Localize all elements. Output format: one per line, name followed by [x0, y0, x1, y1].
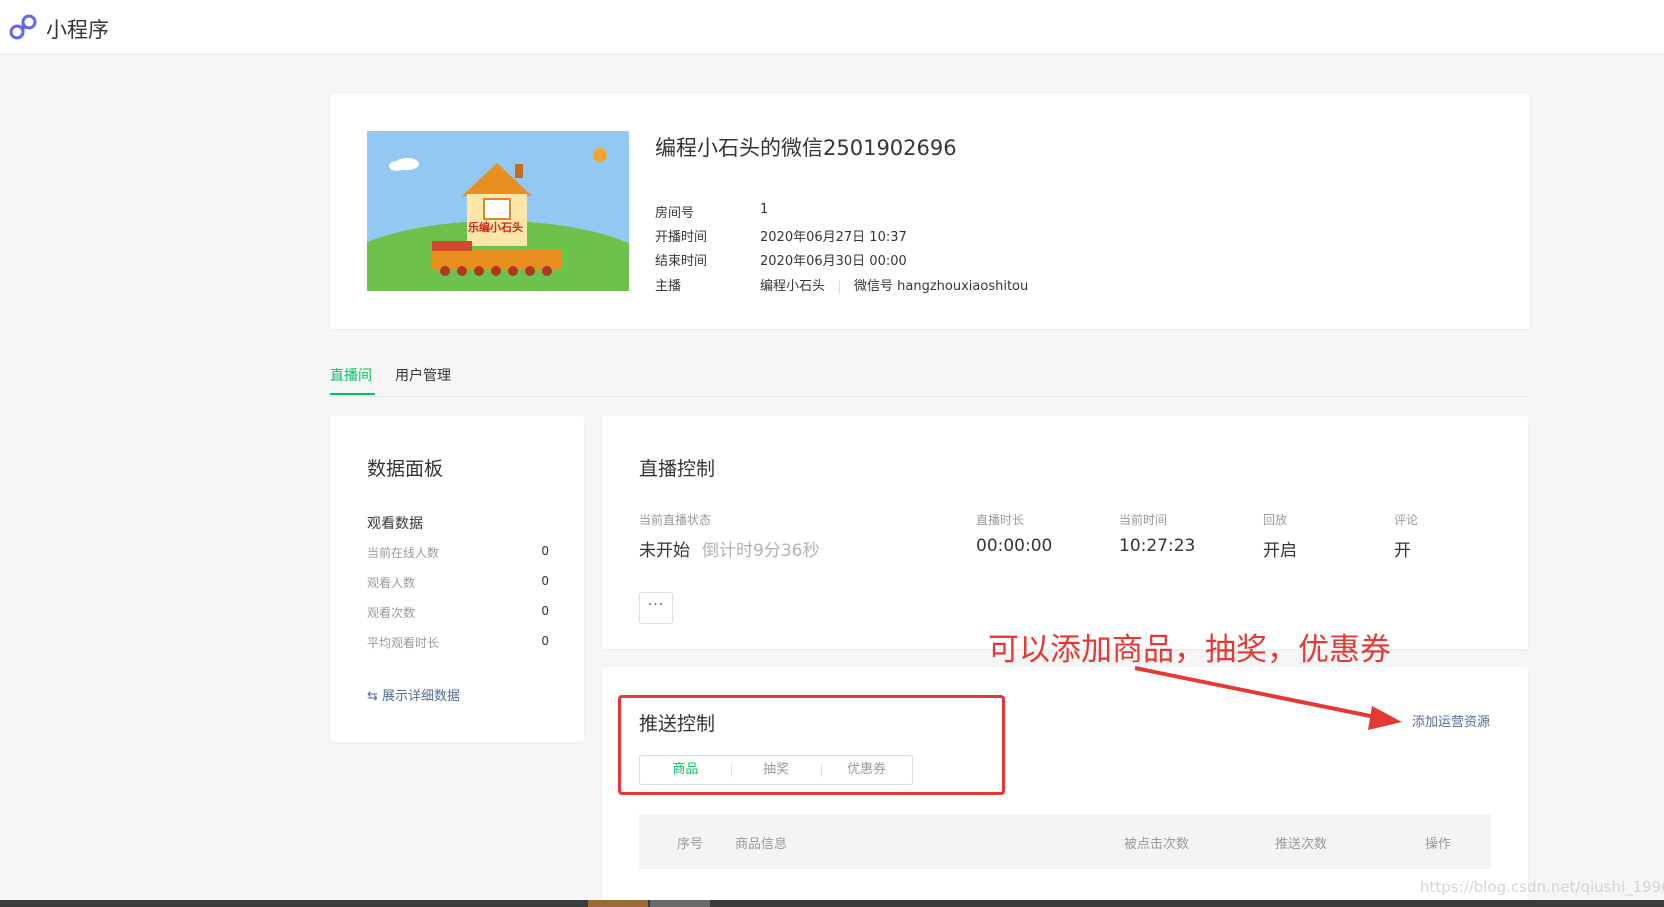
live-status-label: 当前直播状态	[639, 513, 712, 527]
column-header: 被点击次数	[1124, 837, 1190, 852]
live-status: 当前直播状态 未开始 倒计时9分36秒	[639, 511, 819, 561]
live-duration: 直播时长 00:00:00	[976, 511, 1052, 556]
top-bar: 小程序	[0, 0, 1664, 55]
tab-user-management[interactable]: 用户管理	[395, 365, 451, 385]
comment-label: 评论	[1394, 513, 1419, 527]
room-cover-image: 乐编小石头	[367, 131, 629, 291]
live-status-value: 未开始	[639, 541, 690, 561]
more-options-button[interactable]: ···	[639, 592, 673, 624]
stat-label: 观看次数	[367, 606, 416, 620]
stat-value: 0	[541, 574, 549, 588]
column-header: 商品信息	[735, 837, 788, 852]
taskbar-item[interactable]	[588, 900, 648, 907]
room-title: 编程小石头的微信2501902696	[655, 136, 957, 160]
annotation-text: 可以添加商品，抽奖，优惠券	[988, 632, 1391, 668]
watermark: https://blog.csdn.net/qiushi_1990	[1420, 878, 1664, 896]
stat-row: 观看人数 0	[367, 574, 549, 591]
stat-value: 0	[541, 604, 549, 618]
room-info-card: 乐编小石头 编程小石头的微信2501902696 房间号 1 开播时间 2020…	[330, 94, 1530, 329]
replay-label: 回放	[1263, 513, 1288, 527]
host-name: 编程小石头	[760, 279, 826, 294]
start-time-label: 开播时间	[655, 230, 708, 245]
end-time-value: 2020年06月30日 00:00	[760, 254, 907, 269]
live-duration-value: 00:00:00	[976, 536, 1053, 556]
dashboard-card: 数据面板 观看数据 当前在线人数 0 观看人数 0 观看次数 0 平均观看时长 …	[330, 416, 584, 742]
product-table-header: 序号 商品信息 被点击次数 推送次数 操作	[639, 814, 1491, 869]
cover-text: 乐编小石头	[468, 221, 523, 234]
app-title: 小程序	[46, 18, 109, 42]
tab-live-room[interactable]: 直播间	[330, 365, 372, 385]
current-time-value: 10:27:23	[1119, 536, 1196, 556]
live-duration-label: 直播时长	[976, 513, 1025, 527]
show-detail-data-link[interactable]: ⇆ 展示详细数据	[367, 685, 460, 704]
replay-value: 开启	[1263, 541, 1297, 561]
start-time-value: 2020年06月27日 10:37	[760, 230, 907, 245]
stat-value: 0	[541, 544, 549, 558]
stat-label: 观看人数	[367, 576, 416, 590]
tab-bar: 直播间 用户管理	[330, 365, 1530, 397]
stat-label: 当前在线人数	[367, 546, 440, 560]
live-control-title: 直播控制	[639, 458, 716, 480]
current-time: 当前时间 10:27:23	[1119, 511, 1195, 556]
dashboard-title: 数据面板	[367, 458, 444, 480]
end-time-label: 结束时间	[655, 254, 708, 269]
live-control-card: 直播控制 当前直播状态 未开始 倒计时9分36秒 直播时长 00:00:00 当前…	[602, 416, 1528, 649]
column-header: 推送次数	[1275, 837, 1328, 852]
miniprogram-logo-icon[interactable]	[8, 13, 38, 41]
stat-row: 平均观看时长 0	[367, 634, 549, 651]
divider	[839, 279, 841, 294]
column-header: 操作	[1425, 837, 1452, 852]
stat-row: 观看次数 0	[367, 604, 549, 621]
taskbar-item[interactable]	[650, 900, 710, 907]
room-id-label: 房间号	[655, 206, 695, 221]
column-header: 序号	[677, 837, 704, 852]
stat-row: 当前在线人数 0	[367, 544, 549, 561]
current-time-label: 当前时间	[1119, 513, 1168, 527]
replay-setting: 回放 开启	[1263, 511, 1297, 561]
add-operation-resource-link[interactable]: 添加运营资源	[1412, 711, 1490, 730]
watch-data-heading: 观看数据	[367, 516, 423, 532]
host-wechat: 微信号 hangzhouxiaoshitou	[854, 279, 1029, 294]
annotation-highlight-box	[618, 695, 1005, 795]
comment-setting: 评论 开	[1394, 511, 1418, 561]
stat-label: 平均观看时长	[367, 636, 440, 650]
bottom-taskbar	[0, 900, 1664, 907]
comment-value: 开	[1394, 541, 1411, 561]
countdown-text: 倒计时9分36秒	[702, 541, 820, 561]
host-label: 主播	[655, 279, 682, 294]
tab-active-indicator	[330, 393, 375, 395]
room-id-value: 1	[760, 202, 769, 217]
stat-value: 0	[541, 634, 549, 648]
